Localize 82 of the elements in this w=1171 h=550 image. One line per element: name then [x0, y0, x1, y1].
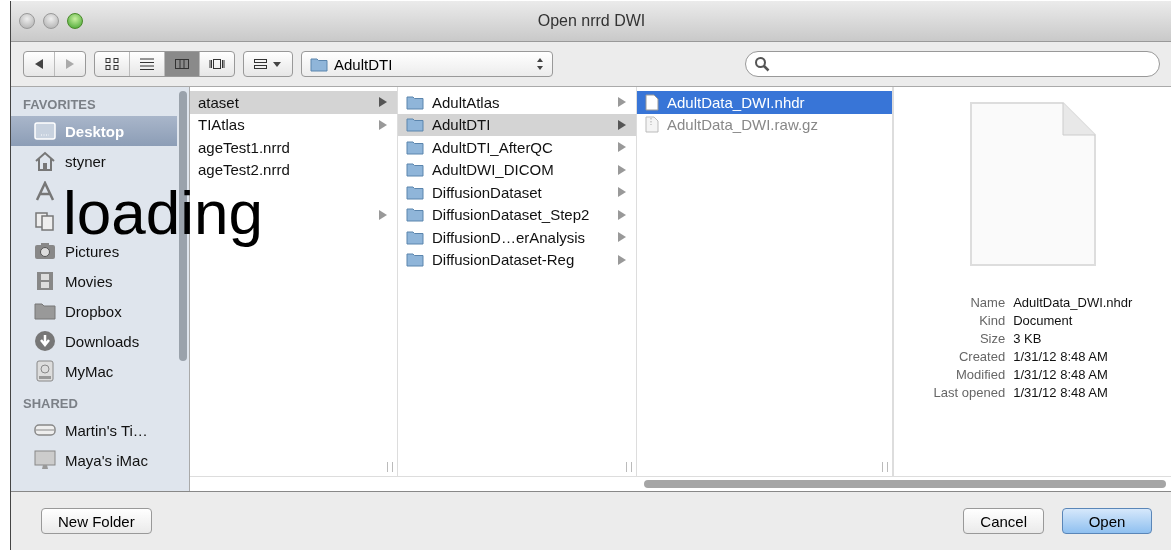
scrollbar[interactable]	[190, 476, 1171, 491]
folder-icon	[406, 117, 424, 133]
info-label: Name	[969, 295, 1006, 310]
open-button[interactable]: Open	[1062, 508, 1152, 534]
info-value: 1/31/12 8:48 AM	[1013, 367, 1109, 382]
sidebar-item[interactable]: Downloads	[11, 326, 177, 356]
file-row[interactable]: ageTest1.nrrd	[190, 136, 397, 159]
sidebar-item[interactable]: Dropbox	[11, 296, 177, 326]
folder-icon	[406, 162, 424, 178]
columns-view-button[interactable]	[165, 52, 200, 76]
sidebar-item[interactable]: Maya's iMac	[11, 445, 177, 475]
close-button[interactable]	[19, 13, 35, 29]
file-row[interactable]: DiffusionDataset-Reg	[398, 248, 636, 271]
info-label: Created	[957, 349, 1006, 364]
folder-icon	[406, 207, 424, 223]
sidebar-item[interactable]: MyMac	[11, 356, 177, 386]
hard-drive-icon	[36, 360, 54, 382]
section-heading: SHARED	[22, 395, 79, 413]
info-label: Kind	[978, 313, 1006, 328]
zipped-file-icon	[645, 116, 659, 134]
new-folder-button[interactable]: New Folder	[41, 508, 152, 534]
column-resize-handle[interactable]	[387, 462, 393, 472]
file-row[interactable]: ataset	[190, 91, 397, 114]
arrange-button[interactable]	[243, 51, 293, 77]
grid-icon	[104, 57, 120, 71]
house-icon	[34, 151, 56, 171]
download-icon	[34, 330, 56, 352]
letter-a-icon	[34, 181, 56, 201]
file-row[interactable]: AdultAtlas	[398, 91, 636, 114]
file-row[interactable]: AdultDWI_DICOM	[398, 158, 636, 181]
monitor-icon	[34, 450, 56, 470]
view-mode-control[interactable]	[94, 51, 235, 77]
file-row[interactable]: TIAtlas	[190, 113, 397, 136]
cancel-button[interactable]: Cancel	[963, 508, 1044, 534]
info-value: 3 KB	[1013, 331, 1043, 346]
right-triangle-icon	[64, 58, 76, 70]
document-icon	[969, 101, 1097, 267]
cover-flow-icon	[209, 57, 225, 71]
sidebar-item[interactable]: Movies	[11, 266, 177, 296]
documents-icon	[34, 211, 56, 231]
window-title: Open nrrd DWI	[537, 12, 646, 30]
search-field[interactable]	[745, 51, 1160, 77]
left-triangle-icon	[33, 58, 45, 70]
folder-icon	[406, 252, 424, 268]
info-label: Modified	[955, 367, 1006, 382]
folder-icon	[406, 184, 424, 200]
search-icon	[754, 56, 770, 72]
arrange-menu-icon	[253, 57, 283, 71]
file-row[interactable]: AdultDTI	[398, 113, 636, 136]
file-row[interactable]: ageTest2.nrrd	[190, 158, 397, 181]
folder-icon	[406, 139, 424, 155]
info-value: 1/31/12 8:48 AM	[1013, 385, 1109, 400]
info-value: 1/31/12 8:48 AM	[1013, 349, 1109, 364]
info-value: AdultData_DWI.nhdr	[1013, 295, 1133, 310]
info-label: Size	[978, 331, 1006, 346]
path-popup[interactable]: AdultDTI	[301, 51, 553, 77]
document-icon	[645, 93, 659, 111]
column-resize-handle[interactable]	[882, 462, 888, 472]
sidebar-item[interactable]: Martin's Ti…	[11, 415, 177, 445]
folder-icon	[406, 94, 424, 110]
section-heading: FAVORITES	[22, 96, 97, 114]
info-value: Document	[1013, 313, 1074, 328]
file-row[interactable]: DiffusionD…erAnalysis	[398, 226, 636, 249]
file-row[interactable]: AdultDTI_AfterQC	[398, 136, 636, 159]
minimize-button[interactable]	[43, 13, 59, 29]
film-icon	[35, 271, 55, 291]
folder-icon	[310, 56, 328, 72]
file-row[interactable]: AdultData_DWI.nhdr	[637, 91, 892, 114]
up-down-arrows-icon	[536, 57, 544, 71]
desktop-icon	[34, 122, 56, 140]
zoom-button[interactable]	[67, 13, 83, 29]
camera-icon	[34, 242, 56, 260]
info-label: Last opened	[933, 385, 1006, 400]
folder-icon	[406, 229, 424, 245]
column-resize-handle[interactable]	[626, 462, 632, 472]
sidebar-item[interactable]: styner	[11, 146, 177, 176]
list-icon	[139, 57, 155, 71]
file-row[interactable]: DiffusionDataset_Step2	[398, 203, 636, 226]
folder-icon	[34, 302, 56, 320]
drive-icon	[34, 423, 56, 437]
columns-icon	[174, 57, 190, 71]
file-row[interactable]: DiffusionDataset	[398, 181, 636, 204]
